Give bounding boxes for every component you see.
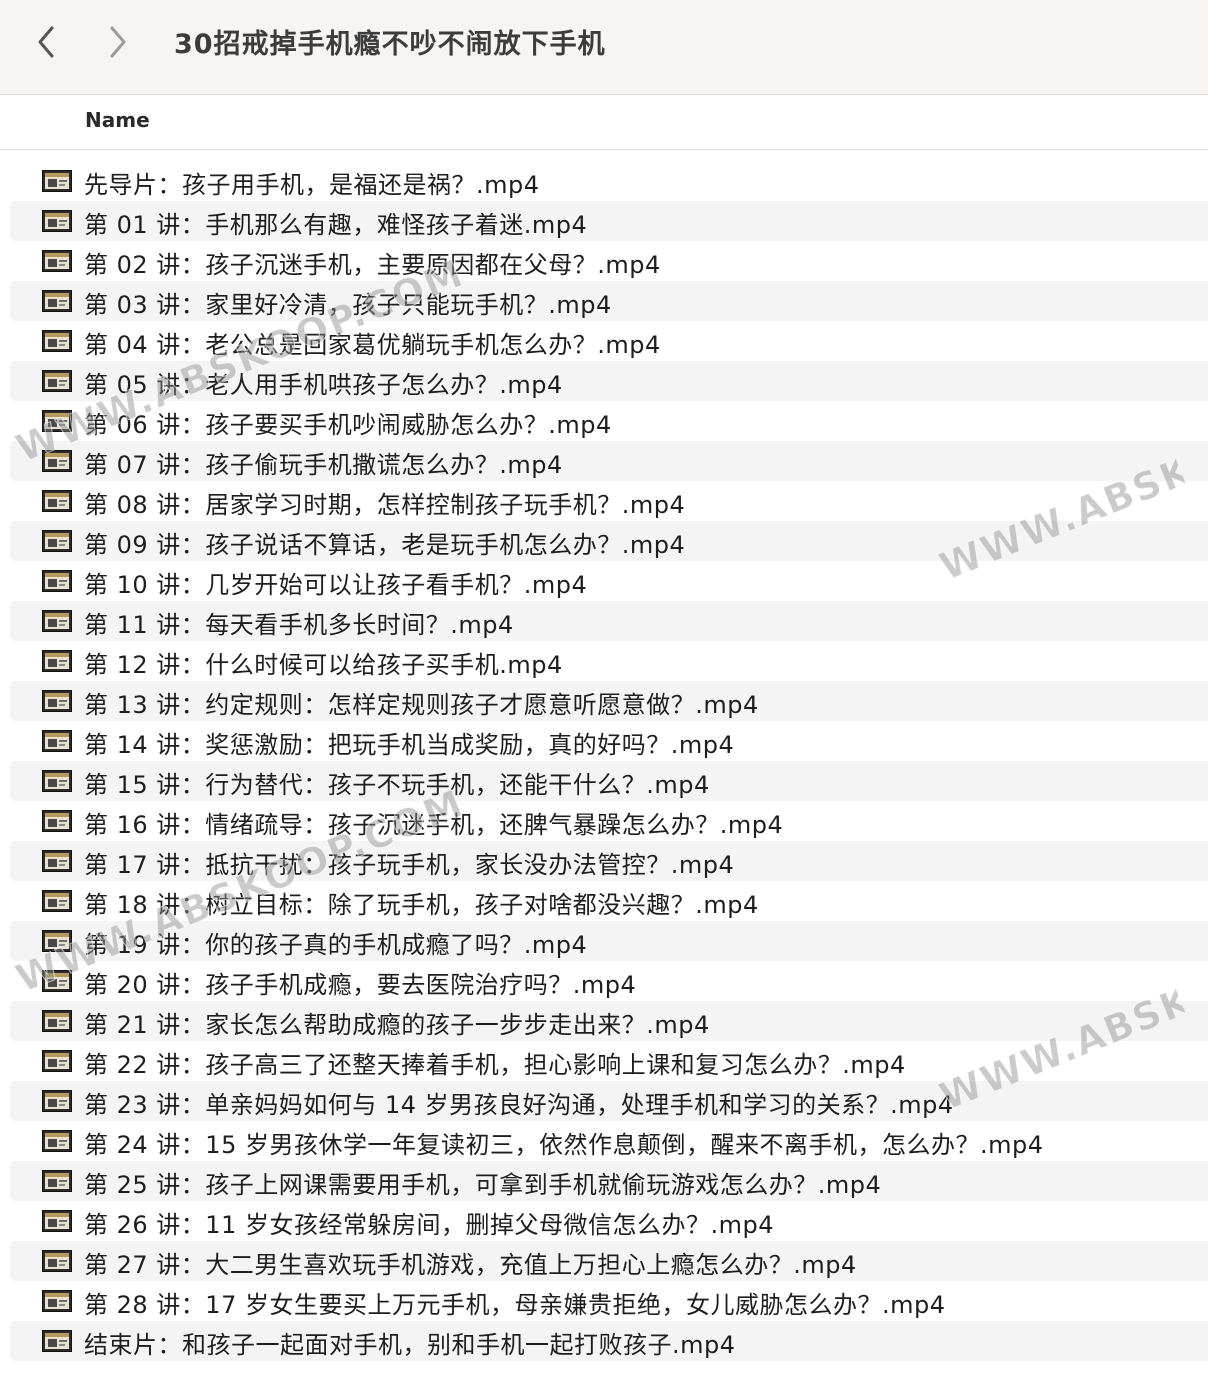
file-row[interactable]: 第 27 讲：大二男生喜欢玩手机游戏，充值上万担心上瘾怎么办？.mp4 bbox=[10, 1241, 1208, 1281]
video-thumbnail-icon bbox=[42, 970, 72, 992]
file-name: 第 06 讲：孩子要买手机吵闹威胁怎么办？.mp4 bbox=[84, 411, 612, 439]
file-row[interactable]: 第 09 讲：孩子说话不算话，老是玩手机怎么办？.mp4 bbox=[10, 521, 1208, 561]
file-row[interactable]: 第 12 讲：什么时候可以给孩子买手机.mp4 bbox=[10, 641, 1208, 681]
file-name: 第 28 讲：17 岁女生要买上万元手机，母亲嫌贵拒绝，女儿威胁怎么办？.mp4 bbox=[84, 1291, 946, 1319]
file-row[interactable]: 第 16 讲：情绪疏导：孩子沉迷手机，还脾气暴躁怎么办？.mp4 bbox=[10, 801, 1208, 841]
file-row[interactable]: 第 21 讲：家长怎么帮助成瘾的孩子一步步走出来？.mp4 bbox=[10, 1001, 1208, 1041]
video-thumbnail-icon bbox=[42, 1050, 72, 1072]
file-name: 第 17 讲：抵抗干扰：孩子玩手机，家长没办法管控？.mp4 bbox=[84, 851, 735, 879]
video-thumbnail-icon bbox=[42, 770, 72, 792]
file-name: 第 15 讲：行为替代：孩子不玩手机，还能干什么？.mp4 bbox=[84, 771, 710, 799]
file-row[interactable]: 先导片：孩子用手机，是福还是祸？.mp4 bbox=[10, 161, 1208, 201]
video-thumbnail-icon bbox=[42, 730, 72, 752]
file-name: 第 19 讲：你的孩子真的手机成瘾了吗？.mp4 bbox=[84, 931, 588, 959]
file-row[interactable]: 第 04 讲：老公总是回家葛优躺玩手机怎么办？.mp4 bbox=[10, 321, 1208, 361]
file-name: 第 26 讲：11 岁女孩经常躲房间，删掉父母微信怎么办？.mp4 bbox=[84, 1211, 774, 1239]
file-name: 第 22 讲：孩子高三了还整天捧着手机，担心影响上课和复习怎么办？.mp4 bbox=[84, 1051, 906, 1079]
video-thumbnail-icon bbox=[42, 570, 72, 592]
toolbar: 30招戒掉手机瘾不吵不闹放下手机 bbox=[0, 0, 1208, 95]
back-button[interactable] bbox=[26, 20, 66, 64]
chevron-right-icon bbox=[110, 26, 126, 58]
video-thumbnail-icon bbox=[42, 1290, 72, 1312]
video-thumbnail-icon bbox=[42, 890, 72, 912]
video-thumbnail-icon bbox=[42, 410, 72, 432]
video-thumbnail-icon bbox=[42, 1330, 72, 1352]
file-name: 第 01 讲：手机那么有趣，难怪孩子着迷.mp4 bbox=[84, 211, 588, 239]
file-name: 第 23 讲：单亲妈妈如何与 14 岁男孩良好沟通，处理手机和学习的关系？.mp… bbox=[84, 1091, 954, 1119]
video-thumbnail-icon bbox=[42, 170, 72, 192]
file-name: 第 24 讲：15 岁男孩休学一年复读初三，依然作息颠倒，醒来不离手机，怎么办？… bbox=[84, 1131, 1044, 1159]
file-name: 第 07 讲：孩子偷玩手机撒谎怎么办？.mp4 bbox=[84, 451, 563, 479]
file-name: 第 14 讲：奖惩激励：把玩手机当成奖励，真的好吗？.mp4 bbox=[84, 731, 735, 759]
file-row[interactable]: 第 19 讲：你的孩子真的手机成瘾了吗？.mp4 bbox=[10, 921, 1208, 961]
file-name: 第 09 讲：孩子说话不算话，老是玩手机怎么办？.mp4 bbox=[84, 531, 686, 559]
video-thumbnail-icon bbox=[42, 250, 72, 272]
video-thumbnail-icon bbox=[42, 330, 72, 352]
file-row[interactable]: 第 17 讲：抵抗干扰：孩子玩手机，家长没办法管控？.mp4 bbox=[10, 841, 1208, 881]
file-row[interactable]: 第 11 讲：每天看手机多长时间？.mp4 bbox=[10, 601, 1208, 641]
file-row[interactable]: 第 08 讲：居家学习时期，怎样控制孩子玩手机？.mp4 bbox=[10, 481, 1208, 521]
file-row[interactable]: 第 20 讲：孩子手机成瘾，要去医院治疗吗？.mp4 bbox=[10, 961, 1208, 1001]
video-thumbnail-icon bbox=[42, 450, 72, 472]
window-title: 30招戒掉手机瘾不吵不闹放下手机 bbox=[174, 29, 606, 60]
file-name: 第 05 讲：老人用手机哄孩子怎么办？.mp4 bbox=[84, 371, 563, 399]
video-thumbnail-icon bbox=[42, 1130, 72, 1152]
file-row[interactable]: 第 10 讲：几岁开始可以让孩子看手机？.mp4 bbox=[10, 561, 1208, 601]
file-row[interactable]: 第 18 讲：树立目标：除了玩手机，孩子对啥都没兴趣？.mp4 bbox=[10, 881, 1208, 921]
file-name: 第 11 讲：每天看手机多长时间？.mp4 bbox=[84, 611, 514, 639]
column-header: Name bbox=[0, 96, 1208, 150]
file-row[interactable]: 第 14 讲：奖惩激励：把玩手机当成奖励，真的好吗？.mp4 bbox=[10, 721, 1208, 761]
file-row[interactable]: 第 05 讲：老人用手机哄孩子怎么办？.mp4 bbox=[10, 361, 1208, 401]
file-row[interactable]: 第 15 讲：行为替代：孩子不玩手机，还能干什么？.mp4 bbox=[10, 761, 1208, 801]
file-row[interactable]: 第 26 讲：11 岁女孩经常躲房间，删掉父母微信怎么办？.mp4 bbox=[10, 1201, 1208, 1241]
file-name: 结束片：和孩子一起面对手机，别和手机一起打败孩子.mp4 bbox=[84, 1331, 736, 1359]
column-header-name[interactable]: Name bbox=[85, 108, 150, 132]
file-name: 第 02 讲：孩子沉迷手机，主要原因都在父母？.mp4 bbox=[84, 251, 661, 279]
file-row[interactable]: 第 28 讲：17 岁女生要买上万元手机，母亲嫌贵拒绝，女儿威胁怎么办？.mp4 bbox=[10, 1281, 1208, 1321]
file-name: 第 12 讲：什么时候可以给孩子买手机.mp4 bbox=[84, 651, 563, 679]
video-thumbnail-icon bbox=[42, 370, 72, 392]
video-thumbnail-icon bbox=[42, 850, 72, 872]
file-row[interactable]: 结束片：和孩子一起面对手机，别和手机一起打败孩子.mp4 bbox=[10, 1321, 1208, 1361]
file-name: 第 08 讲：居家学习时期，怎样控制孩子玩手机？.mp4 bbox=[84, 491, 686, 519]
video-thumbnail-icon bbox=[42, 1010, 72, 1032]
chevron-left-icon bbox=[38, 26, 54, 58]
video-thumbnail-icon bbox=[42, 1170, 72, 1192]
file-name: 先导片：孩子用手机，是福还是祸？.mp4 bbox=[84, 171, 540, 199]
file-row[interactable]: 第 22 讲：孩子高三了还整天捧着手机，担心影响上课和复习怎么办？.mp4 bbox=[10, 1041, 1208, 1081]
file-name: 第 20 讲：孩子手机成瘾，要去医院治疗吗？.mp4 bbox=[84, 971, 637, 999]
file-row[interactable]: 第 23 讲：单亲妈妈如何与 14 岁男孩良好沟通，处理手机和学习的关系？.mp… bbox=[10, 1081, 1208, 1121]
video-thumbnail-icon bbox=[42, 210, 72, 232]
file-row[interactable]: 第 24 讲：15 岁男孩休学一年复读初三，依然作息颠倒，醒来不离手机，怎么办？… bbox=[10, 1121, 1208, 1161]
file-row[interactable]: 第 02 讲：孩子沉迷手机，主要原因都在父母？.mp4 bbox=[10, 241, 1208, 281]
file-name: 第 27 讲：大二男生喜欢玩手机游戏，充值上万担心上瘾怎么办？.mp4 bbox=[84, 1251, 857, 1279]
video-thumbnail-icon bbox=[42, 930, 72, 952]
file-name: 第 25 讲：孩子上网课需要用手机，可拿到手机就偷玩游戏怎么办？.mp4 bbox=[84, 1171, 882, 1199]
video-thumbnail-icon bbox=[42, 1090, 72, 1112]
file-row[interactable]: 第 06 讲：孩子要买手机吵闹威胁怎么办？.mp4 bbox=[10, 401, 1208, 441]
video-thumbnail-icon bbox=[42, 530, 72, 552]
video-thumbnail-icon bbox=[42, 690, 72, 712]
file-name: 第 13 讲：约定规则：怎样定规则孩子才愿意听愿意做？.mp4 bbox=[84, 691, 759, 719]
file-name: 第 16 讲：情绪疏导：孩子沉迷手机，还脾气暴躁怎么办？.mp4 bbox=[84, 811, 784, 839]
file-name: 第 18 讲：树立目标：除了玩手机，孩子对啥都没兴趣？.mp4 bbox=[84, 891, 759, 919]
file-name: 第 03 讲：家里好冷清，孩子只能玩手机？.mp4 bbox=[84, 291, 612, 319]
file-row[interactable]: 第 03 讲：家里好冷清，孩子只能玩手机？.mp4 bbox=[10, 281, 1208, 321]
file-name: 第 04 讲：老公总是回家葛优躺玩手机怎么办？.mp4 bbox=[84, 331, 661, 359]
file-row[interactable]: 第 07 讲：孩子偷玩手机撒谎怎么办？.mp4 bbox=[10, 441, 1208, 481]
video-thumbnail-icon bbox=[42, 1210, 72, 1232]
file-row[interactable]: 第 25 讲：孩子上网课需要用手机，可拿到手机就偷玩游戏怎么办？.mp4 bbox=[10, 1161, 1208, 1201]
video-thumbnail-icon bbox=[42, 650, 72, 672]
file-row[interactable]: 第 13 讲：约定规则：怎样定规则孩子才愿意听愿意做？.mp4 bbox=[10, 681, 1208, 721]
video-thumbnail-icon bbox=[42, 1250, 72, 1272]
video-thumbnail-icon bbox=[42, 810, 72, 832]
file-name: 第 10 讲：几岁开始可以让孩子看手机？.mp4 bbox=[84, 571, 588, 599]
video-thumbnail-icon bbox=[42, 490, 72, 512]
video-thumbnail-icon bbox=[42, 610, 72, 632]
file-list: 先导片：孩子用手机，是福还是祸？.mp4 第 01 讲：手机那么有趣，难怪孩子着迷… bbox=[0, 161, 1208, 1361]
video-thumbnail-icon bbox=[42, 290, 72, 312]
file-row[interactable]: 第 01 讲：手机那么有趣，难怪孩子着迷.mp4 bbox=[10, 201, 1208, 241]
file-name: 第 21 讲：家长怎么帮助成瘾的孩子一步步走出来？.mp4 bbox=[84, 1011, 710, 1039]
forward-button[interactable] bbox=[98, 20, 138, 64]
